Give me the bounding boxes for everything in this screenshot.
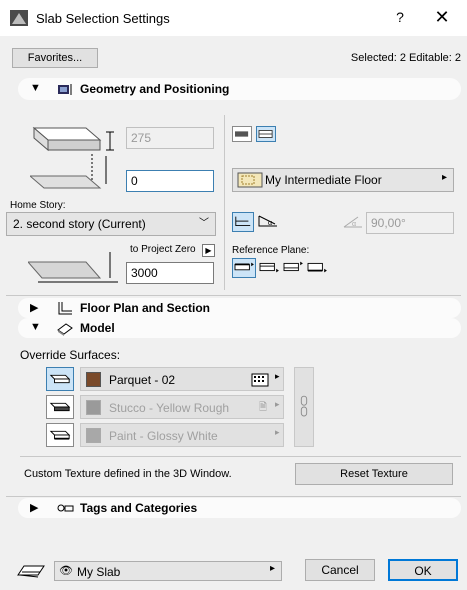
separator: [20, 456, 461, 457]
slab-tool-icon: [17, 565, 45, 578]
surface-name: Paint - Glossy White: [109, 429, 218, 443]
override-bottom-surface-toggle[interactable]: [46, 423, 74, 447]
ref-plane-core-bottom-icon: [283, 261, 303, 272]
override-top-surface-toggle[interactable]: [46, 367, 74, 391]
svg-text:α: α: [268, 220, 272, 227]
layer-pattern-icon: [237, 172, 263, 188]
favorite-name: My Slab: [77, 565, 121, 579]
horizontal-slab-button[interactable]: [232, 212, 254, 232]
chain-link-icon: [300, 395, 308, 417]
arrow-right-icon: ▸: [269, 563, 275, 574]
section-tags-label: Tags and Categories: [80, 501, 198, 515]
surface-name: Parquet - 02: [109, 373, 176, 387]
link-surfaces-button[interactable]: [294, 367, 314, 447]
ok-button[interactable]: OK: [388, 559, 458, 581]
help-button[interactable]: ?: [390, 9, 410, 27]
document-icon: 🗎: [259, 402, 268, 413]
model-icon: [57, 323, 73, 336]
arrow-right-icon: ▸: [275, 399, 280, 409]
custom-texture-text: Custom Texture defined in the 3D Window.: [24, 468, 232, 480]
arrow-right-icon: ▸: [441, 172, 447, 183]
section-model-header[interactable]: ▼ Model: [18, 318, 461, 338]
surface-row-bottom[interactable]: Paint - Glossy White ▸: [80, 423, 284, 447]
sloped-slab-icon: α: [258, 215, 277, 227]
chevron-down-icon: ﹀: [199, 218, 209, 229]
section-geometry-header[interactable]: ▼ Geometry and Positioning: [18, 78, 461, 100]
layer-value: My Intermediate Floor: [265, 173, 382, 187]
home-story-label: Home Story:: [10, 200, 66, 211]
elevation-diagram: [28, 252, 118, 283]
arrow-right-icon: ▸: [275, 371, 280, 381]
angle-icon: α: [343, 216, 362, 228]
reference-plane-top-button[interactable]: [232, 258, 256, 278]
geometry-icon: [58, 84, 72, 95]
expanded-triangle-icon: ▼: [30, 82, 41, 94]
bottom-surface-icon: [49, 430, 71, 440]
selected-info: Selected: 2 Editable: 2: [350, 52, 461, 64]
reference-arrow-button[interactable]: ▶: [202, 244, 215, 257]
thickness-field[interactable]: 275: [126, 127, 214, 149]
section-geometry-label: Geometry and Positioning: [80, 82, 230, 96]
slab-hatched-icon: [258, 130, 273, 138]
geometry-divider: [224, 115, 225, 290]
window-title: Slab Selection Settings: [36, 11, 170, 26]
reference-plane-bottom-button[interactable]: [306, 258, 330, 278]
collapsed-triangle-icon: ▶: [30, 502, 39, 514]
side-surface-icon: [49, 402, 71, 412]
separator: [6, 496, 461, 497]
sloped-slab-button[interactable]: α: [256, 212, 280, 232]
surface-swatch: [86, 372, 101, 387]
horizontal-slab-icon: [235, 216, 251, 227]
ref-plane-top-icon: [234, 262, 254, 271]
slab-app-icon: [10, 10, 28, 26]
to-project-zero-label: to Project Zero: [130, 244, 196, 255]
svg-text:α: α: [352, 221, 356, 228]
section-floorplan-label: Floor Plan and Section: [80, 301, 211, 315]
home-story-value: 2. second story (Current): [13, 217, 146, 231]
surface-name: Stucco - Yellow Rough: [109, 401, 230, 415]
cancel-button[interactable]: Cancel: [305, 559, 375, 581]
surface-row-side[interactable]: Stucco - Yellow Rough 🗎 ▸: [80, 395, 284, 419]
reset-texture-button[interactable]: Reset Texture: [295, 463, 453, 485]
section-floorplan-header[interactable]: ▶ Floor Plan and Section: [18, 298, 461, 318]
slab-view-button-1[interactable]: [232, 126, 252, 142]
ref-plane-bottom-icon: [307, 262, 327, 273]
slab-solid-icon: [235, 131, 249, 137]
slab-thickness-diagram: [30, 126, 114, 189]
reference-plane-label: Reference Plane:: [232, 245, 310, 256]
angle-field[interactable]: 90,00°: [366, 212, 454, 234]
slab-view-button-2[interactable]: [256, 126, 276, 142]
layer-dropdown[interactable]: My Intermediate Floor ▸: [232, 168, 454, 192]
override-surfaces-label: Override Surfaces:: [20, 348, 121, 362]
separator: [6, 295, 461, 296]
top-surface-icon: [49, 374, 71, 384]
home-story-dropdown[interactable]: 2. second story (Current) ﹀: [6, 212, 216, 236]
floor-plan-icon: [58, 302, 72, 315]
close-button[interactable]: ✕: [430, 7, 454, 29]
surface-row-top[interactable]: Parquet - 02 ▸: [80, 367, 284, 391]
reference-plane-core-top-button[interactable]: [258, 258, 282, 278]
favorites-button[interactable]: Favorites...: [12, 48, 98, 68]
section-model-label: Model: [80, 321, 115, 335]
eye-icon: 👁: [59, 565, 73, 577]
collapsed-triangle-icon: ▶: [30, 302, 39, 314]
ref-plane-core-top-icon: [259, 262, 279, 273]
elevation-field[interactable]: 3000: [126, 262, 214, 284]
override-side-surface-toggle[interactable]: [46, 395, 74, 419]
offset-field[interactable]: 0: [126, 170, 214, 192]
arrow-right-icon: ▸: [275, 427, 280, 437]
favorite-selector[interactable]: 👁 My Slab ▸: [54, 561, 282, 581]
expanded-triangle-icon: ▼: [30, 321, 41, 333]
surface-swatch: [86, 428, 101, 443]
tags-icon: [57, 504, 74, 512]
section-tags-header[interactable]: ▶ Tags and Categories: [18, 498, 461, 518]
material-pattern-icon: [251, 373, 269, 387]
surface-swatch: [86, 400, 101, 415]
reference-plane-core-bottom-button[interactable]: [282, 258, 306, 278]
